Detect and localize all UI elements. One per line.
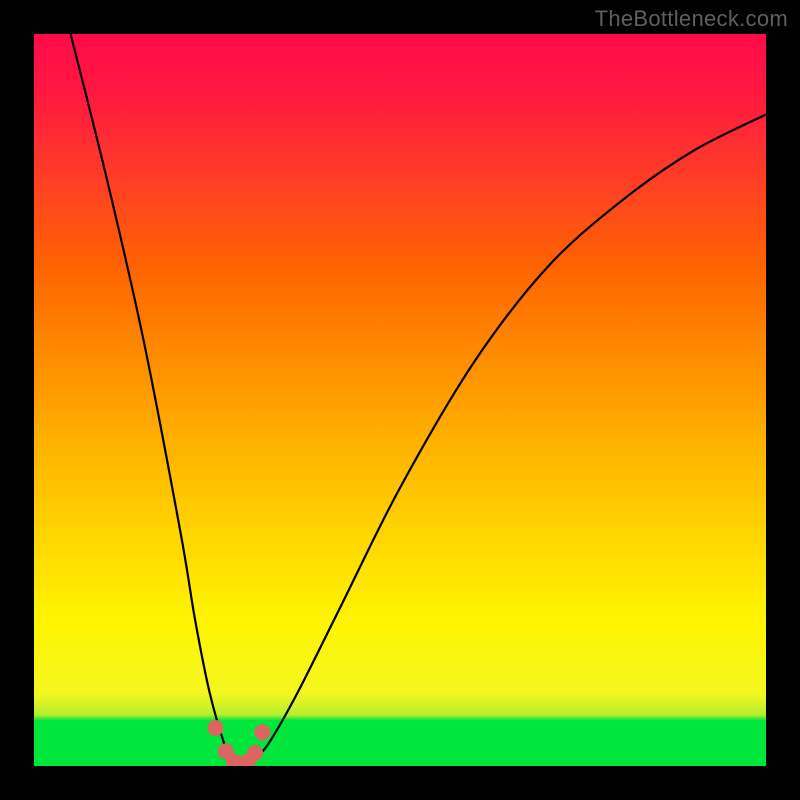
- curve-svg: [34, 34, 766, 766]
- bottleneck-curve: [71, 34, 766, 766]
- plot-area: [34, 34, 766, 766]
- chart-frame: TheBottleneck.com: [0, 0, 800, 800]
- min-region-dots: [208, 720, 271, 766]
- dot: [218, 743, 234, 759]
- dot: [208, 720, 224, 736]
- dot: [254, 724, 270, 740]
- dot: [240, 754, 256, 766]
- watermark: TheBottleneck.com: [595, 6, 788, 32]
- dot: [233, 757, 249, 766]
- dot: [247, 745, 263, 761]
- dot: [226, 754, 242, 766]
